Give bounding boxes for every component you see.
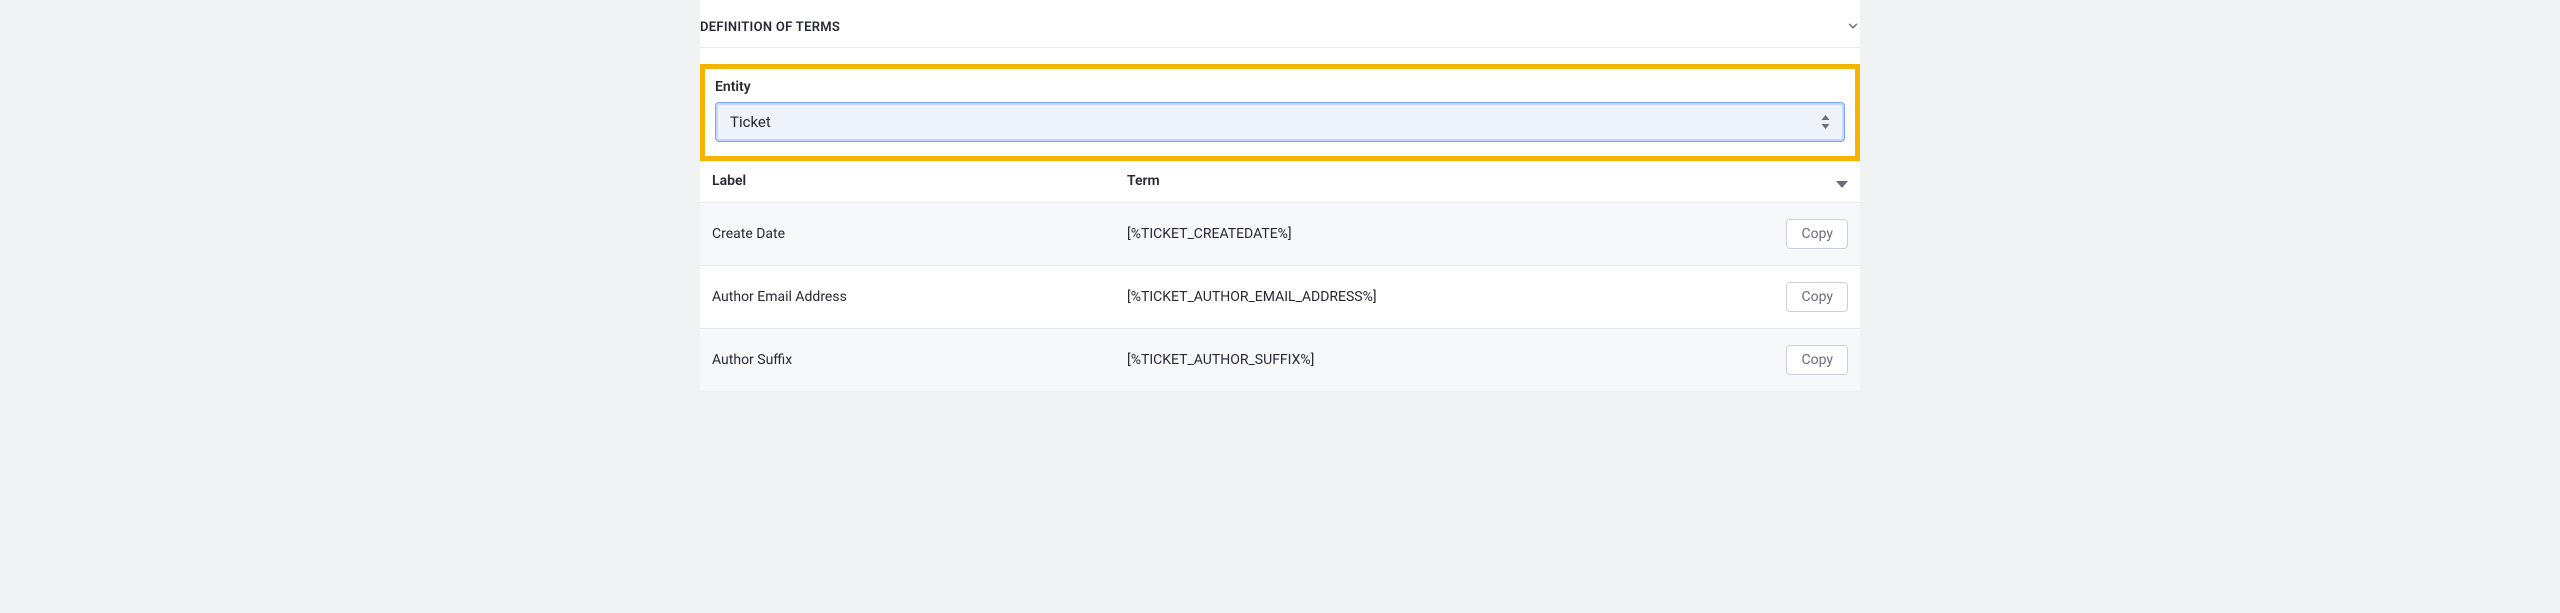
entity-highlight-box: Entity Ticket [700,64,1860,161]
table-row: Author Suffix[%TICKET_AUTHOR_SUFFIX%] Cop… [700,329,1860,391]
section-header[interactable]: DEFINITION OF TERMS [700,18,1860,48]
table-header-row: Label Term [700,163,1860,203]
header-label[interactable]: Label [712,173,1127,192]
entity-label: Entity [715,79,1845,95]
entity-select-wrapper: Ticket [715,102,1845,142]
row-term: [%TICKET_CREATEDATE%] [1127,226,1758,242]
caret-down-icon [1836,173,1848,192]
copy-button[interactable]: Copy [1786,219,1848,249]
row-label: Author Suffix [712,352,1127,368]
definition-panel: DEFINITION OF TERMS Entity Ticket Label … [700,0,1860,391]
table-body: Create Date[%TICKET_CREATEDATE%]CopyAuth… [700,203,1860,391]
copy-button[interactable]: Copy [1786,345,1848,375]
row-label: Author Email Address [712,289,1127,305]
row-action: Copy [1758,219,1848,249]
row-term: [%TICKET_AUTHOR_EMAIL_ADDRESS%] [1127,289,1758,305]
table-row: Create Date[%TICKET_CREATEDATE%] Copy [700,203,1860,266]
section-title: DEFINITION OF TERMS [700,20,840,35]
header-term[interactable]: Term [1127,173,1758,192]
table-row: Author Email Address[%TICKET_AUTHOR_EMAI… [700,266,1860,329]
copy-button[interactable]: Copy [1786,282,1848,312]
header-actions[interactable] [1758,173,1848,192]
chevron-down-icon [1846,18,1860,37]
entity-select[interactable]: Ticket [715,102,1845,142]
row-action: Copy [1758,282,1848,312]
row-label: Create Date [712,226,1127,242]
row-term: [%TICKET_AUTHOR_SUFFIX%] [1127,352,1758,368]
row-action: Copy [1758,345,1848,375]
terms-table: Label Term Create Date[%TICKET_CREATEDAT… [700,163,1860,391]
